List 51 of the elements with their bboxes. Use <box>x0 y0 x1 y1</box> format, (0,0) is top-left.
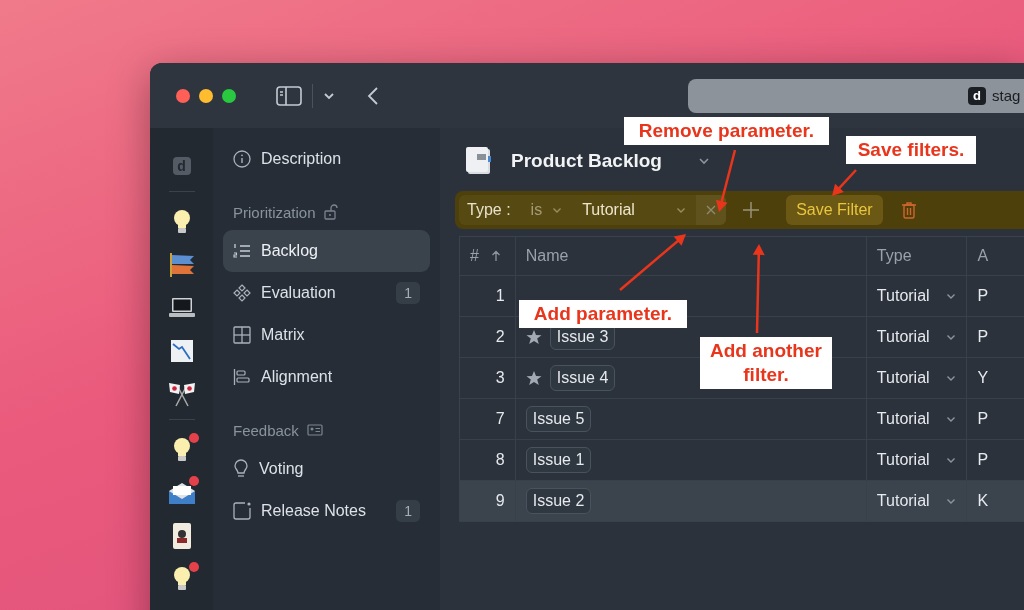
issue-tag[interactable]: Issue 2 <box>525 488 592 514</box>
count-badge: 1 <box>396 500 420 522</box>
count-badge: 1 <box>396 282 420 304</box>
annotation-callout: Remove parameter. <box>624 117 829 145</box>
table-cell: P <box>977 328 989 346</box>
column-header[interactable]: Type <box>876 247 912 265</box>
value-dropdown[interactable]: Tutorial <box>572 201 697 219</box>
nav-item[interactable]: Description <box>223 138 430 180</box>
type-value[interactable]: Tutorial <box>876 369 930 387</box>
nav-item[interactable]: Voting <box>223 448 430 490</box>
page-title: Product Backlog <box>511 150 662 172</box>
section-heading: Feedback <box>233 421 299 439</box>
nav-item[interactable]: Evaluation 1 <box>223 272 430 314</box>
table-row[interactable]: 7 Issue 5 Tutorial P <box>460 399 1024 440</box>
save-filter-button[interactable]: Save Filter <box>786 195 883 225</box>
type-value[interactable]: Tutorial <box>876 492 930 510</box>
annotation-callout: Save filters. <box>846 136 976 164</box>
row-number: 7 <box>495 410 505 428</box>
issue-tag[interactable]: Issue 4 <box>549 365 616 391</box>
nav-item[interactable]: Backlog <box>223 230 430 272</box>
table-row[interactable]: 8 Issue 1 Tutorial P <box>460 440 1024 481</box>
table-row[interactable]: 9 Issue 2 Tutorial K <box>460 481 1024 522</box>
type-value[interactable]: Tutorial <box>876 410 930 428</box>
table-cell: P <box>977 287 989 305</box>
row-number: 9 <box>495 492 505 510</box>
column-header[interactable]: A <box>977 247 989 265</box>
table-cell: Y <box>977 369 989 387</box>
filter-field: Type : <box>467 201 511 219</box>
row-number: 8 <box>495 451 505 469</box>
type-value[interactable]: Tutorial <box>876 287 930 305</box>
type-value[interactable]: Tutorial <box>876 451 930 469</box>
row-number: 1 <box>495 287 505 305</box>
table-cell: P <box>977 410 989 428</box>
nav-item[interactable]: Alignment <box>223 356 430 398</box>
row-number: 2 <box>495 328 505 346</box>
site-icon: d <box>968 86 986 105</box>
issue-tag[interactable]: Issue 1 <box>525 447 592 473</box>
annotation-callout: Add parameter. <box>519 300 687 328</box>
type-value[interactable]: Tutorial <box>876 328 930 346</box>
table-cell: K <box>977 492 989 510</box>
address-bar[interactable]: d stag <box>688 78 1024 113</box>
column-header[interactable]: Name <box>525 247 569 265</box>
url-text: stag <box>992 87 1021 104</box>
nav-item[interactable]: Release Notes 1 <box>223 490 430 532</box>
row-number: 3 <box>495 369 505 387</box>
annotation-callout: Add another filter. <box>700 337 832 389</box>
issue-tag[interactable]: Issue 5 <box>525 406 592 432</box>
table-cell: P <box>977 451 989 469</box>
column-header[interactable]: # <box>470 247 479 265</box>
section-heading: Prioritization <box>233 203 316 221</box>
nav-item[interactable]: Matrix <box>223 314 430 356</box>
